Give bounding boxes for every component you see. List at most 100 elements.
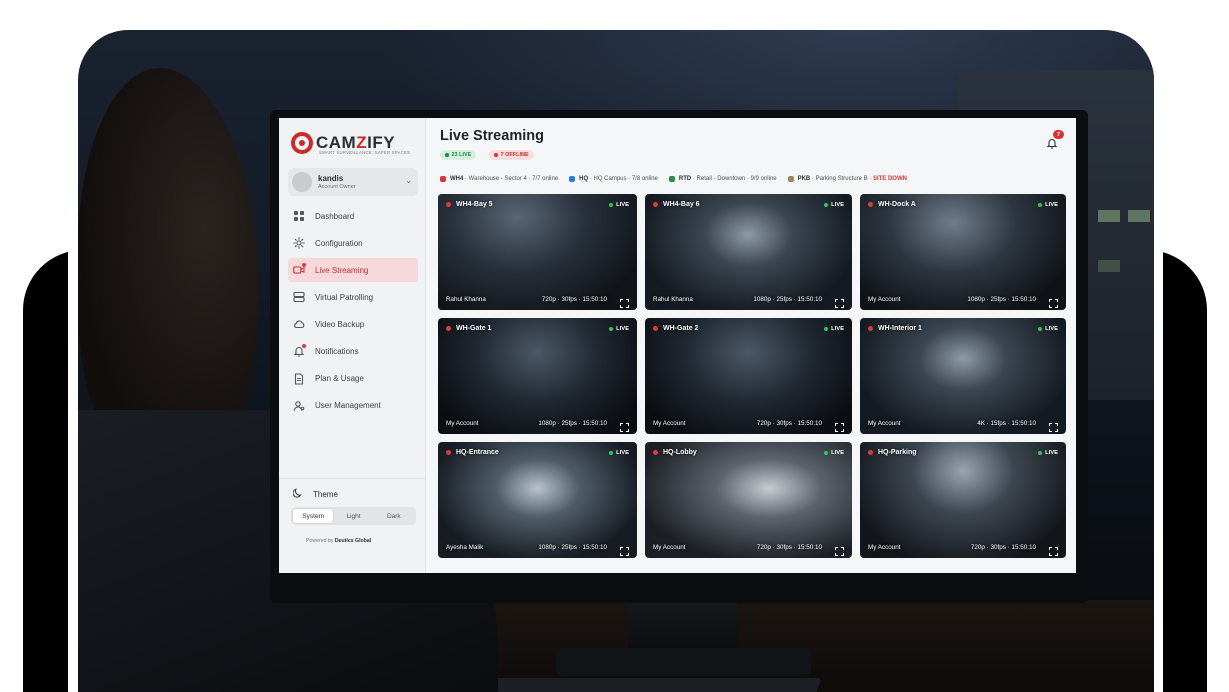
live-dot-icon xyxy=(609,203,614,207)
site-filter-rtd[interactable]: RTD · Retail - Downtown · 9/9 online xyxy=(668,176,777,182)
camera-owner: Rahul Khanna xyxy=(653,296,693,303)
account-role: Account Owner xyxy=(318,184,356,190)
record-dot-icon xyxy=(446,326,451,331)
theme-option-dark[interactable]: Dark xyxy=(374,509,414,523)
record-dot-icon xyxy=(653,450,658,455)
site-down-status: SITE DOWN xyxy=(872,176,907,182)
camera-stream-info: 1080p · 25fps · 15:50:10 xyxy=(753,296,822,303)
camera-name: WH-Gate 1 xyxy=(446,325,491,332)
camera-stream-info: 1080p · 25fps · 15:50:10 xyxy=(967,296,1036,303)
sidebar: CAMZIFY SMART SURVEILLANCE, SAFER SPACES… xyxy=(279,118,426,573)
account-switcher[interactable]: kandis Account Owner ⌄ xyxy=(288,168,418,196)
camera-feed xyxy=(860,194,1066,310)
camera-grid: WH4-Bay 5 LIVE Rahul Khanna 720p · 30fps · … xyxy=(438,194,1068,559)
fullscreen-icon[interactable] xyxy=(1049,543,1058,556)
camera-tile[interactable]: HQ-Entrance LIVE Ayesha Malik 1080p · 25fps… xyxy=(438,442,637,558)
camera-owner: My Account xyxy=(446,420,479,427)
camera-tile[interactable]: HQ-Lobby LIVE My Account 720p · 30fps · 15:… xyxy=(645,442,852,558)
camera-name: WH4-Bay 6 xyxy=(653,201,700,208)
notification-count-badge: 7 xyxy=(1053,130,1064,139)
fullscreen-icon[interactable] xyxy=(835,419,844,432)
site-legend: WH4 · Warehouse - Sector 4 · 7/7 online … xyxy=(440,176,907,182)
camera-name: WH-Interior 1 xyxy=(868,325,922,332)
bell-icon xyxy=(293,344,306,358)
sidebar-item-plan-usage[interactable]: Plan & Usage xyxy=(288,367,418,391)
record-dot-icon xyxy=(868,202,873,207)
live-dot-icon xyxy=(609,451,614,455)
live-dot-icon xyxy=(824,203,829,207)
record-dot-icon xyxy=(868,450,873,455)
moon-icon xyxy=(292,488,303,500)
fullscreen-icon[interactable] xyxy=(1049,295,1058,308)
camera-stream-info: 720p · 30fps · 15:50:10 xyxy=(756,420,822,427)
theme-title: Theme xyxy=(313,489,338,499)
camera-tile[interactable]: WH-Gate 2 LIVE My Account 720p · 30fps · 15… xyxy=(645,318,852,434)
site-color-swatch xyxy=(569,176,576,182)
fullscreen-icon[interactable] xyxy=(835,295,844,308)
main-content: Live Streaming 23 LIVE 7 OFFLINE 7 WH4 ·… xyxy=(426,118,1076,573)
theme-section: Theme xyxy=(292,488,338,500)
live-count-badge: 23 LIVE xyxy=(440,150,477,160)
fullscreen-icon[interactable] xyxy=(835,543,844,556)
camera-stream-info: 720p · 30fps · 15:50:10 xyxy=(756,544,822,551)
sidebar-item-virtual-patrolling[interactable]: Virtual Patrolling xyxy=(288,285,418,309)
camera-owner: My Account xyxy=(868,296,901,303)
site-filter-pkb[interactable]: PKB · Parking Structure B · SITE DOWN xyxy=(787,176,907,182)
camera-tile[interactable]: WH4-Bay 5 LIVE Rahul Khanna 720p · 30fps · … xyxy=(438,194,637,310)
fullscreen-icon[interactable] xyxy=(620,543,629,556)
tagline: SMART SURVEILLANCE, SAFER SPACES xyxy=(319,150,411,155)
fullscreen-icon[interactable] xyxy=(620,419,629,432)
site-filter-hq[interactable]: HQ · HQ Campus · 7/8 online xyxy=(569,176,658,182)
camera-status: LIVE xyxy=(824,450,844,456)
account-name: kandis xyxy=(318,174,344,183)
record-dot-icon xyxy=(653,326,658,331)
camera-name: HQ-Parking xyxy=(868,449,917,456)
camera-owner: Ayesha Malik xyxy=(446,544,484,551)
camera-logo-icon xyxy=(291,132,313,154)
avatar xyxy=(292,172,312,192)
camera-status: LIVE xyxy=(1038,450,1058,456)
camera-feed xyxy=(438,194,637,310)
sidebar-item-notifications[interactable]: Notifications xyxy=(288,339,418,363)
sidebar-item-live-streaming[interactable]: Live Streaming xyxy=(288,258,418,283)
camera-owner: My Account xyxy=(653,544,686,551)
camera-feed xyxy=(860,318,1066,434)
camera-status: LIVE xyxy=(824,326,844,332)
camera-tile[interactable]: WH-Interior 1 LIVE My Account 4K · 15fps · … xyxy=(860,318,1066,434)
theme-option-system[interactable]: System xyxy=(293,509,334,523)
camera-tile[interactable]: HQ-Parking LIVE My Account 720p · 30fps · 1… xyxy=(860,442,1066,558)
fullscreen-icon[interactable] xyxy=(620,295,629,308)
live-dot-icon xyxy=(609,327,614,331)
video-icon xyxy=(293,263,306,276)
record-dot-icon xyxy=(446,450,451,455)
sidebar-item-video-backup[interactable]: Video Backup xyxy=(288,312,418,336)
camera-status: LIVE xyxy=(1038,202,1058,208)
server-icon xyxy=(293,291,305,303)
chevron-down-icon: ⌄ xyxy=(405,176,412,185)
grid-icon xyxy=(293,210,305,222)
fullscreen-icon[interactable] xyxy=(1049,419,1058,432)
camera-feed xyxy=(860,442,1066,558)
camera-feed xyxy=(438,318,637,434)
camera-owner: My Account xyxy=(653,420,686,427)
camera-feed xyxy=(645,442,852,558)
record-dot-icon xyxy=(653,202,658,207)
live-dot-icon xyxy=(824,327,829,331)
site-filter-wh4[interactable]: WH4 · Warehouse - Sector 4 · 7/7 online xyxy=(440,176,558,182)
camera-tile[interactable]: WH4-Bay 6 LIVE Rahul Khanna 1080p · 25fps ·… xyxy=(645,194,852,310)
camera-status: LIVE xyxy=(609,450,629,456)
sidebar-item-user-management[interactable]: User Management xyxy=(288,394,418,418)
camera-status: LIVE xyxy=(609,202,629,208)
camera-tile[interactable]: WH-Dock A LIVE My Account 1080p · 25fps · 1… xyxy=(860,194,1066,310)
sidebar-item-configuration[interactable]: Configuration xyxy=(288,231,418,255)
camera-name: HQ-Lobby xyxy=(653,449,697,456)
camera-name: WH-Gate 2 xyxy=(653,325,698,332)
powered-by: Powered by Deutics Global xyxy=(306,538,372,544)
camera-owner: My Account xyxy=(868,420,901,427)
gear-icon xyxy=(293,237,305,249)
camera-name: HQ-Entrance xyxy=(446,449,499,456)
camera-status: LIVE xyxy=(824,202,844,208)
sidebar-item-dashboard[interactable]: Dashboard xyxy=(288,204,418,228)
camera-tile[interactable]: WH-Gate 1 LIVE My Account 1080p · 25fps · 1… xyxy=(438,318,637,434)
theme-option-light[interactable]: Light xyxy=(333,509,373,523)
